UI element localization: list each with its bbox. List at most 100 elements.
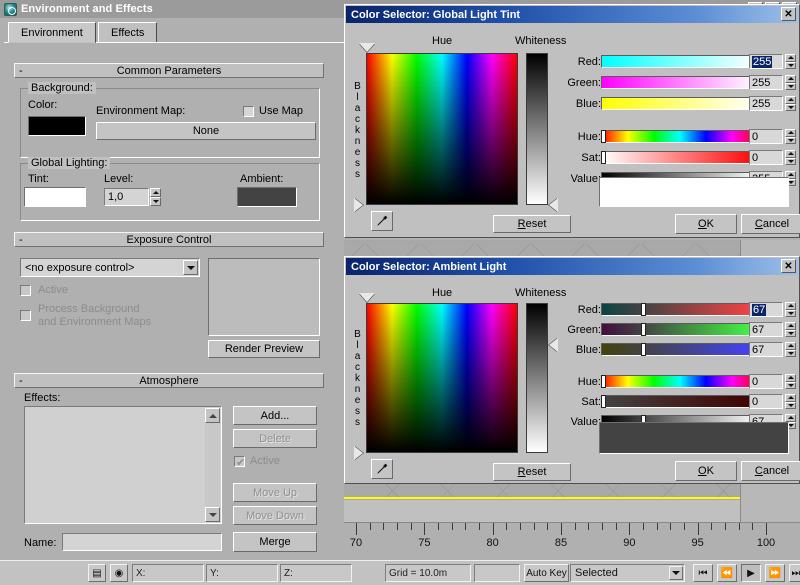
chevron-down-icon[interactable] bbox=[183, 260, 198, 275]
close-icon[interactable]: ✕ bbox=[781, 7, 796, 21]
value-input-green[interactable]: 255 bbox=[749, 75, 783, 90]
dialog-titlebar[interactable]: Color Selector: Global Light Tint ✕ bbox=[346, 6, 798, 23]
spin-down[interactable] bbox=[785, 309, 796, 317]
exposure-preview-thumbnail[interactable] bbox=[208, 258, 320, 336]
spin-up[interactable] bbox=[785, 150, 796, 158]
y-coordinate-field[interactable]: Y: bbox=[206, 564, 278, 582]
whiteness-marker[interactable] bbox=[549, 198, 558, 212]
delete-effect-button[interactable]: Delete bbox=[233, 429, 317, 448]
level-spinner[interactable] bbox=[150, 188, 161, 206]
scroll-up-button[interactable] bbox=[205, 408, 220, 423]
spinner-blue[interactable] bbox=[785, 342, 796, 357]
effects-list-scrollbar[interactable] bbox=[205, 408, 220, 522]
spin-down[interactable] bbox=[785, 157, 796, 165]
skip-start-button[interactable]: ⏮ bbox=[693, 564, 713, 582]
atmosphere-active-checkbox[interactable]: ✔ bbox=[234, 456, 245, 469]
value-input-green[interactable]: 67 bbox=[749, 322, 783, 337]
add-effect-button[interactable]: Add... bbox=[233, 406, 317, 425]
slider-sat[interactable] bbox=[601, 151, 759, 164]
spinner-hue[interactable] bbox=[785, 374, 796, 389]
eyedropper-icon[interactable] bbox=[371, 459, 393, 479]
atmosphere-effects-list[interactable] bbox=[24, 406, 222, 524]
value-input-blue[interactable]: 67 bbox=[749, 342, 783, 357]
spinner-green[interactable] bbox=[785, 75, 796, 90]
spinner-sat[interactable] bbox=[785, 394, 796, 409]
absolute-mode-icon[interactable]: ◉ bbox=[110, 564, 128, 582]
value-input-hue[interactable]: 0 bbox=[749, 374, 783, 389]
skip-end-button[interactable]: ⏭ bbox=[789, 564, 800, 582]
slider-knob[interactable] bbox=[602, 131, 605, 142]
value-input-sat[interactable]: 0 bbox=[749, 150, 783, 165]
merge-button[interactable]: Merge bbox=[233, 532, 317, 552]
whiteness-bar[interactable] bbox=[526, 303, 548, 453]
process-background-checkbox[interactable] bbox=[20, 310, 31, 321]
level-spin-down[interactable] bbox=[150, 197, 161, 206]
spinner-green[interactable] bbox=[785, 322, 796, 337]
ok-button[interactable]: OK bbox=[675, 461, 737, 481]
ambient-color-swatch[interactable] bbox=[237, 187, 297, 207]
spin-up[interactable] bbox=[785, 394, 796, 402]
spin-up[interactable] bbox=[785, 414, 796, 422]
spin-up[interactable] bbox=[785, 322, 796, 330]
timeline-ruler[interactable]: 70 75 80 85 90 95 100 bbox=[344, 522, 800, 560]
slider-hue[interactable] bbox=[601, 130, 759, 143]
spin-up[interactable] bbox=[785, 129, 796, 137]
tint-color-swatch[interactable] bbox=[24, 187, 86, 207]
spin-up[interactable] bbox=[785, 342, 796, 350]
slider-green[interactable] bbox=[601, 76, 759, 89]
color-selector-global-light-tint[interactable]: Color Selector: Global Light Tint ✕ Hue … bbox=[344, 4, 800, 238]
spin-up[interactable] bbox=[785, 54, 796, 62]
rollout-header-exposure-control[interactable]: - Exposure Control bbox=[14, 232, 324, 247]
effect-name-input[interactable] bbox=[62, 533, 222, 551]
spin-up[interactable] bbox=[785, 374, 796, 382]
slider-sat[interactable] bbox=[601, 395, 759, 408]
z-coordinate-field[interactable]: Z: bbox=[280, 564, 352, 582]
whiteness-bar[interactable] bbox=[526, 53, 548, 205]
scroll-down-button[interactable] bbox=[205, 507, 220, 522]
slider-red[interactable] bbox=[601, 55, 759, 68]
eyedropper-icon[interactable] bbox=[371, 211, 393, 231]
x-coordinate-field[interactable]: X: bbox=[132, 564, 204, 582]
tab-effects[interactable]: Effects bbox=[98, 22, 158, 43]
render-preview-button[interactable]: Render Preview bbox=[208, 340, 320, 358]
spin-down[interactable] bbox=[785, 349, 796, 357]
move-down-button[interactable]: Move Down bbox=[233, 506, 317, 525]
move-up-button[interactable]: Move Up bbox=[233, 483, 317, 502]
spinner-blue[interactable] bbox=[785, 96, 796, 111]
slider-red[interactable] bbox=[601, 303, 759, 316]
ok-button[interactable]: OK bbox=[675, 214, 737, 234]
dialog-titlebar[interactable]: Color Selector: Ambient Light ✕ bbox=[346, 258, 798, 275]
close-icon[interactable]: ✕ bbox=[781, 259, 796, 273]
value-input-red[interactable]: 67 bbox=[749, 302, 783, 317]
reset-button[interactable]: Reset bbox=[493, 463, 571, 481]
background-color-swatch[interactable] bbox=[28, 116, 86, 136]
exposure-control-dropdown[interactable]: <no exposure control> bbox=[20, 258, 200, 277]
play-button[interactable]: ▶ bbox=[741, 564, 761, 582]
slider-hue[interactable] bbox=[601, 375, 759, 388]
level-spin-up[interactable] bbox=[150, 188, 161, 197]
spinner-hue[interactable] bbox=[785, 129, 796, 144]
rollout-header-common-parameters[interactable]: - Common Parameters bbox=[14, 63, 324, 78]
collapse-icon[interactable]: - bbox=[19, 65, 23, 77]
hue-blackness-picker[interactable] bbox=[366, 303, 518, 453]
color-selector-ambient-light[interactable]: Color Selector: Ambient Light ✕ Hue Whit… bbox=[344, 256, 800, 484]
spin-down[interactable] bbox=[785, 103, 796, 111]
hue-marker[interactable] bbox=[359, 293, 375, 302]
auto-key-button[interactable]: Auto Key bbox=[524, 564, 569, 582]
environment-map-button[interactable]: None bbox=[96, 122, 316, 140]
spinner-red[interactable] bbox=[785, 54, 796, 69]
blackness-marker[interactable] bbox=[354, 198, 363, 212]
hue-marker[interactable] bbox=[359, 43, 375, 52]
slider-knob[interactable] bbox=[642, 324, 646, 335]
level-input[interactable]: 1,0 bbox=[104, 188, 149, 206]
time-tag-field[interactable] bbox=[474, 564, 520, 582]
spin-up[interactable] bbox=[785, 75, 796, 83]
value-input-red[interactable]: 255 bbox=[749, 54, 783, 69]
spin-down[interactable] bbox=[785, 136, 796, 144]
spin-down[interactable] bbox=[785, 61, 796, 69]
cancel-button[interactable]: Cancel bbox=[741, 214, 800, 234]
slider-green[interactable] bbox=[601, 323, 759, 336]
spin-down[interactable] bbox=[785, 401, 796, 409]
spinner-red[interactable] bbox=[785, 302, 796, 317]
spinner-sat[interactable] bbox=[785, 150, 796, 165]
